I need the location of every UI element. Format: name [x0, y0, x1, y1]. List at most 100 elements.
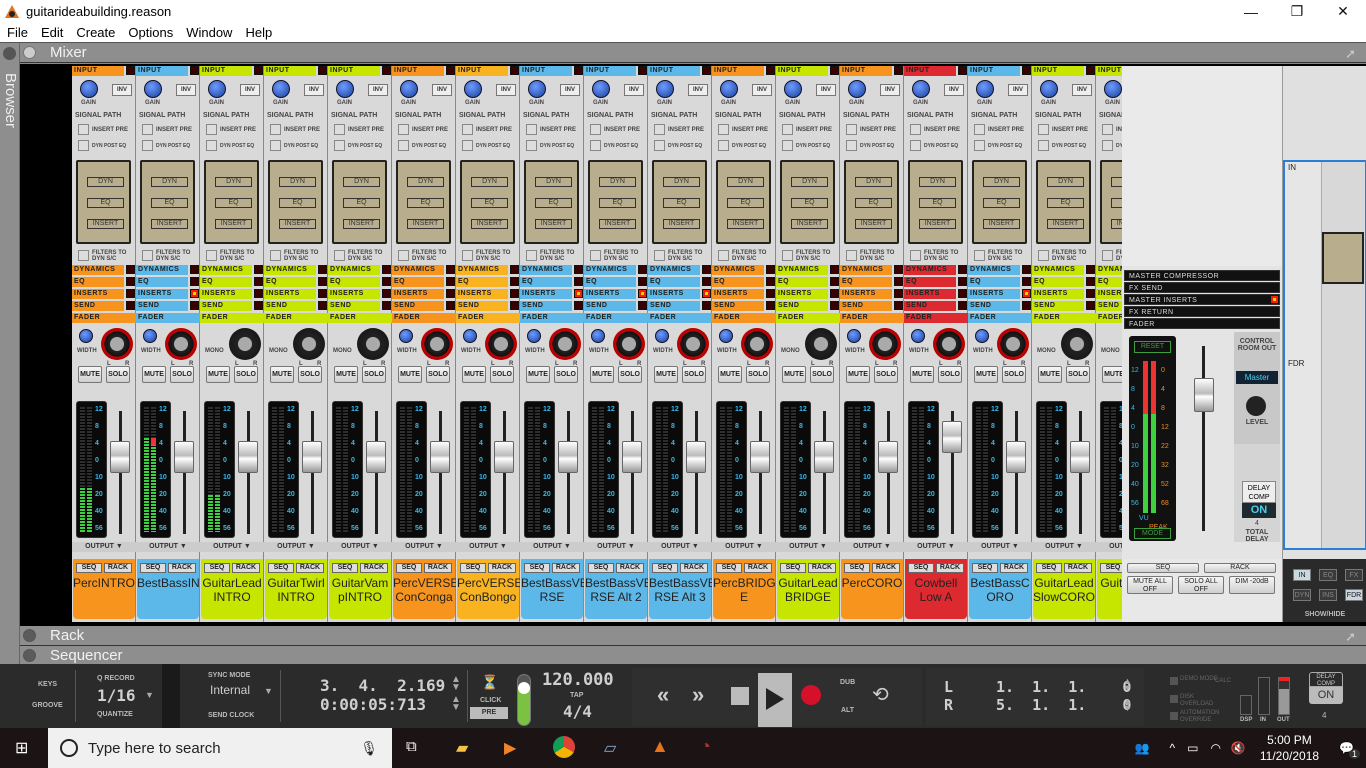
solo-button[interactable]: SOLO: [746, 366, 770, 383]
rack-button[interactable]: RACK: [360, 563, 388, 573]
rack-button[interactable]: RACK: [808, 563, 836, 573]
meter-mode-button[interactable]: MODE: [1134, 528, 1171, 539]
solo-all-off-button[interactable]: SOLO ALL OFF: [1178, 576, 1224, 594]
invert-button[interactable]: INV: [624, 84, 644, 96]
channel-fader-handle[interactable]: [1070, 441, 1090, 473]
insert-pre-checkbox[interactable]: [1038, 124, 1049, 135]
channel-fader-handle[interactable]: [622, 441, 642, 473]
seq-button[interactable]: SEQ: [268, 563, 294, 573]
fader-bar[interactable]: FADER: [776, 313, 840, 323]
inserts-bar[interactable]: INSERTS: [904, 289, 956, 299]
dyn-post-eq-checkbox[interactable]: [1038, 140, 1049, 151]
dynamics-bar[interactable]: DYNAMICS: [328, 265, 380, 275]
song-position-bars[interactable]: 3. 4. 2.169: [320, 676, 445, 695]
insert-pre-checkbox[interactable]: [270, 124, 281, 135]
channel-name[interactable]: GuitarLead INTRO: [201, 576, 263, 604]
solo-button[interactable]: SOLO: [362, 366, 386, 383]
path-dyn[interactable]: DYN: [663, 177, 700, 187]
channel-fader-handle[interactable]: [174, 441, 194, 473]
fader-bar[interactable]: FADER: [840, 313, 904, 323]
channel-name-box[interactable]: SEQ RACK PercCORO: [841, 559, 903, 619]
input-bar[interactable]: INPUT: [392, 66, 444, 76]
pan-knob[interactable]: [805, 328, 837, 360]
fader-bar[interactable]: FADER: [1032, 313, 1096, 323]
eq-bar[interactable]: EQ: [520, 277, 572, 287]
send-bar[interactable]: SEND: [392, 301, 444, 311]
signal-path-display[interactable]: DYN EQ INSERT: [908, 160, 963, 244]
insert-pre-checkbox[interactable]: [718, 124, 729, 135]
eq-bar[interactable]: EQ: [328, 277, 380, 287]
rack-button[interactable]: RACK: [936, 563, 964, 573]
rack-button[interactable]: RACK: [872, 563, 900, 573]
input-bar[interactable]: INPUT: [456, 66, 508, 76]
send-bar[interactable]: SEND: [648, 301, 700, 311]
rack-button[interactable]: RACK: [424, 563, 452, 573]
mute-button[interactable]: MUTE: [462, 366, 486, 383]
insert-pre-checkbox[interactable]: [334, 124, 345, 135]
fx-return-bar[interactable]: FX RETURN: [1124, 306, 1280, 317]
send-bar[interactable]: SEND: [584, 301, 636, 311]
mute-button[interactable]: MUTE: [398, 366, 422, 383]
channel-name[interactable]: Guita Fast: [1097, 576, 1122, 590]
fader-bar[interactable]: FADER: [328, 313, 392, 323]
invert-button[interactable]: INV: [368, 84, 388, 96]
fast-forward-button[interactable]: »: [692, 682, 704, 708]
channel-fader-handle[interactable]: [366, 441, 386, 473]
width-knob[interactable]: [719, 329, 733, 343]
input-bar[interactable]: INPUT: [136, 66, 188, 76]
dyn-post-eq-checkbox[interactable]: [718, 140, 729, 151]
path-eq[interactable]: EQ: [919, 198, 956, 208]
channel-fader-handle[interactable]: [302, 441, 322, 473]
seq-button[interactable]: SEQ: [588, 563, 614, 573]
inserts-bar[interactable]: INSERTS: [1096, 289, 1122, 299]
minimize-button[interactable]: —: [1228, 0, 1274, 23]
seq-button[interactable]: SEQ: [908, 563, 934, 573]
channel-name[interactable]: GuitarLead BRIDGE: [777, 576, 839, 604]
channel-fader-handle[interactable]: [238, 441, 258, 473]
mixer-toggle-icon[interactable]: [23, 46, 36, 59]
volume-muted-icon[interactable]: 🔇: [1231, 741, 1246, 755]
media-player-icon[interactable]: ▶: [504, 738, 516, 758]
loop-left-position[interactable]: 1. 1. 1. 0: [996, 678, 1131, 696]
menu-options[interactable]: Options: [121, 25, 179, 40]
output-select[interactable]: OUTPUT ▼: [392, 542, 456, 552]
filters-to-dyn-checkbox[interactable]: [718, 250, 729, 261]
gain-knob[interactable]: [528, 80, 546, 98]
send-bar[interactable]: SEND: [328, 301, 380, 311]
channel-name-box[interactable]: SEQ RACK BestBassC ORO: [969, 559, 1031, 619]
sync-mode-select[interactable]: Internal: [210, 683, 250, 697]
reason-taskbar-icon[interactable]: ▲: [651, 736, 669, 757]
path-dyn[interactable]: DYN: [471, 177, 508, 187]
fader-bar[interactable]: FADER: [968, 313, 1032, 323]
quantize-dropdown-icon[interactable]: ▼: [145, 690, 154, 700]
eq-bar[interactable]: EQ: [1096, 277, 1122, 287]
output-select[interactable]: OUTPUT ▼: [904, 542, 968, 552]
path-dyn[interactable]: DYN: [279, 177, 316, 187]
invert-button[interactable]: INV: [752, 84, 772, 96]
signal-path-display[interactable]: DYN EQ INSERT: [716, 160, 771, 244]
solo-button[interactable]: SOLO: [1066, 366, 1090, 383]
solo-button[interactable]: SOLO: [234, 366, 258, 383]
invert-button[interactable]: INV: [1008, 84, 1028, 96]
pan-knob[interactable]: [421, 328, 453, 360]
solo-button[interactable]: SOLO: [554, 366, 578, 383]
invert-button[interactable]: INV: [944, 84, 964, 96]
q-record-label[interactable]: Q RECORD: [97, 675, 135, 682]
pan-knob[interactable]: [549, 328, 581, 360]
dynamics-bar[interactable]: DYNAMICS: [1032, 265, 1084, 275]
loop-right-stepper-icon[interactable]: ▲ ▼: [1123, 697, 1132, 713]
inserts-bar[interactable]: INSERTS: [328, 289, 380, 299]
dynamics-bar[interactable]: DYNAMICS: [392, 265, 444, 275]
channel-name[interactable]: PercVERSE ConBongo: [457, 576, 522, 604]
rack-toggle-icon[interactable]: [23, 629, 36, 642]
filters-to-dyn-checkbox[interactable]: [526, 250, 537, 261]
gain-knob[interactable]: [592, 80, 610, 98]
channel-fader-handle[interactable]: [814, 441, 834, 473]
seq-button[interactable]: SEQ: [460, 563, 486, 573]
output-select[interactable]: OUTPUT ▼: [200, 542, 264, 552]
search-placeholder[interactable]: Type here to search: [88, 740, 221, 757]
seq-button[interactable]: SEQ: [204, 563, 230, 573]
dynamics-bar[interactable]: DYNAMICS: [520, 265, 572, 275]
gain-knob[interactable]: [656, 80, 674, 98]
input-bar[interactable]: INPUT: [840, 66, 892, 76]
